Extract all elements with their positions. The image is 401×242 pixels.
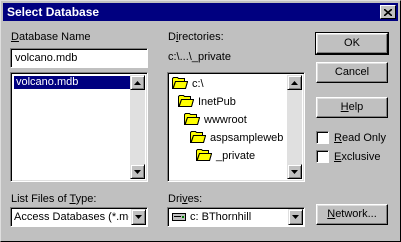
arrow-up-icon	[134, 80, 141, 85]
network-button[interactable]: Network...	[316, 204, 388, 225]
database-name-label: Database Name	[11, 31, 91, 43]
file-type-dropdown-button[interactable]	[131, 209, 146, 225]
exclusive-label: Exclusive	[334, 150, 381, 163]
directory-tree[interactable]: c:\ InetPub wwwroot aspsampleweb _private	[167, 72, 305, 182]
read-only-checkbox[interactable]: Read Only	[316, 131, 386, 144]
read-only-label: Read Only	[334, 131, 386, 144]
chevron-down-icon	[292, 215, 299, 219]
directories-label: Directories:	[168, 31, 224, 43]
exclusive-checkbox[interactable]: Exclusive	[316, 150, 380, 163]
close-icon	[384, 8, 392, 16]
directory-item-label: aspsampleweb	[210, 131, 284, 144]
read-only-box[interactable]	[316, 131, 329, 144]
arrow-up-icon	[291, 80, 298, 85]
directory-item[interactable]: aspsampleweb	[190, 130, 283, 146]
directory-item[interactable]: c:\	[172, 76, 204, 92]
file-list-scrollbar[interactable]	[130, 75, 145, 179]
open-folder-icon	[196, 148, 213, 165]
directory-item[interactable]: InetPub	[178, 94, 236, 110]
file-type-value: Access Databases (*.mc	[14, 211, 129, 223]
drives-label: Drives:	[168, 193, 203, 205]
list-item[interactable]: volcano.mdb	[14, 76, 134, 89]
open-folder-icon	[190, 130, 207, 147]
database-name-input[interactable]: volcano.mdb	[10, 48, 148, 68]
title-bar: Select Database	[3, 3, 398, 21]
open-folder-icon	[184, 112, 201, 129]
open-folder-icon	[172, 76, 189, 93]
file-list[interactable]: volcano.mdb	[10, 72, 148, 182]
file-type-select[interactable]: Access Databases (*.mc	[10, 207, 148, 227]
close-button[interactable]	[380, 5, 396, 19]
arrow-down-icon	[291, 169, 298, 174]
current-path: c:\...\_private	[168, 51, 231, 63]
directory-item[interactable]: _private	[196, 148, 255, 164]
chevron-down-icon	[135, 215, 142, 219]
directory-item-label: _private	[216, 149, 256, 162]
open-folder-icon	[178, 94, 195, 111]
help-button[interactable]: Help	[316, 97, 388, 118]
cancel-button[interactable]: Cancel	[316, 62, 388, 83]
scroll-down-button[interactable]	[130, 164, 145, 179]
drives-dropdown-button[interactable]	[288, 209, 303, 225]
scroll-up-button[interactable]	[287, 75, 302, 90]
drive-value: c: BThornhill	[190, 211, 252, 223]
list-files-type-label: List Files of Type:	[11, 193, 97, 205]
drive-icon	[172, 213, 186, 221]
window-title: Select Database	[7, 5, 100, 19]
scroll-up-button[interactable]	[130, 75, 145, 90]
directory-item-label: wwwroot	[204, 113, 247, 126]
arrow-down-icon	[134, 169, 141, 174]
scroll-down-button[interactable]	[287, 164, 302, 179]
directory-item-label: c:\	[192, 77, 204, 90]
directory-item-label: InetPub	[198, 95, 236, 108]
directory-item[interactable]: wwwroot	[184, 112, 247, 128]
ok-button[interactable]: OK	[315, 32, 389, 55]
select-database-dialog: Select Database Database Name volcano.md…	[0, 0, 401, 242]
directory-scrollbar[interactable]	[287, 75, 302, 179]
exclusive-box[interactable]	[316, 150, 329, 163]
drives-select[interactable]: c: BThornhill	[167, 207, 305, 227]
